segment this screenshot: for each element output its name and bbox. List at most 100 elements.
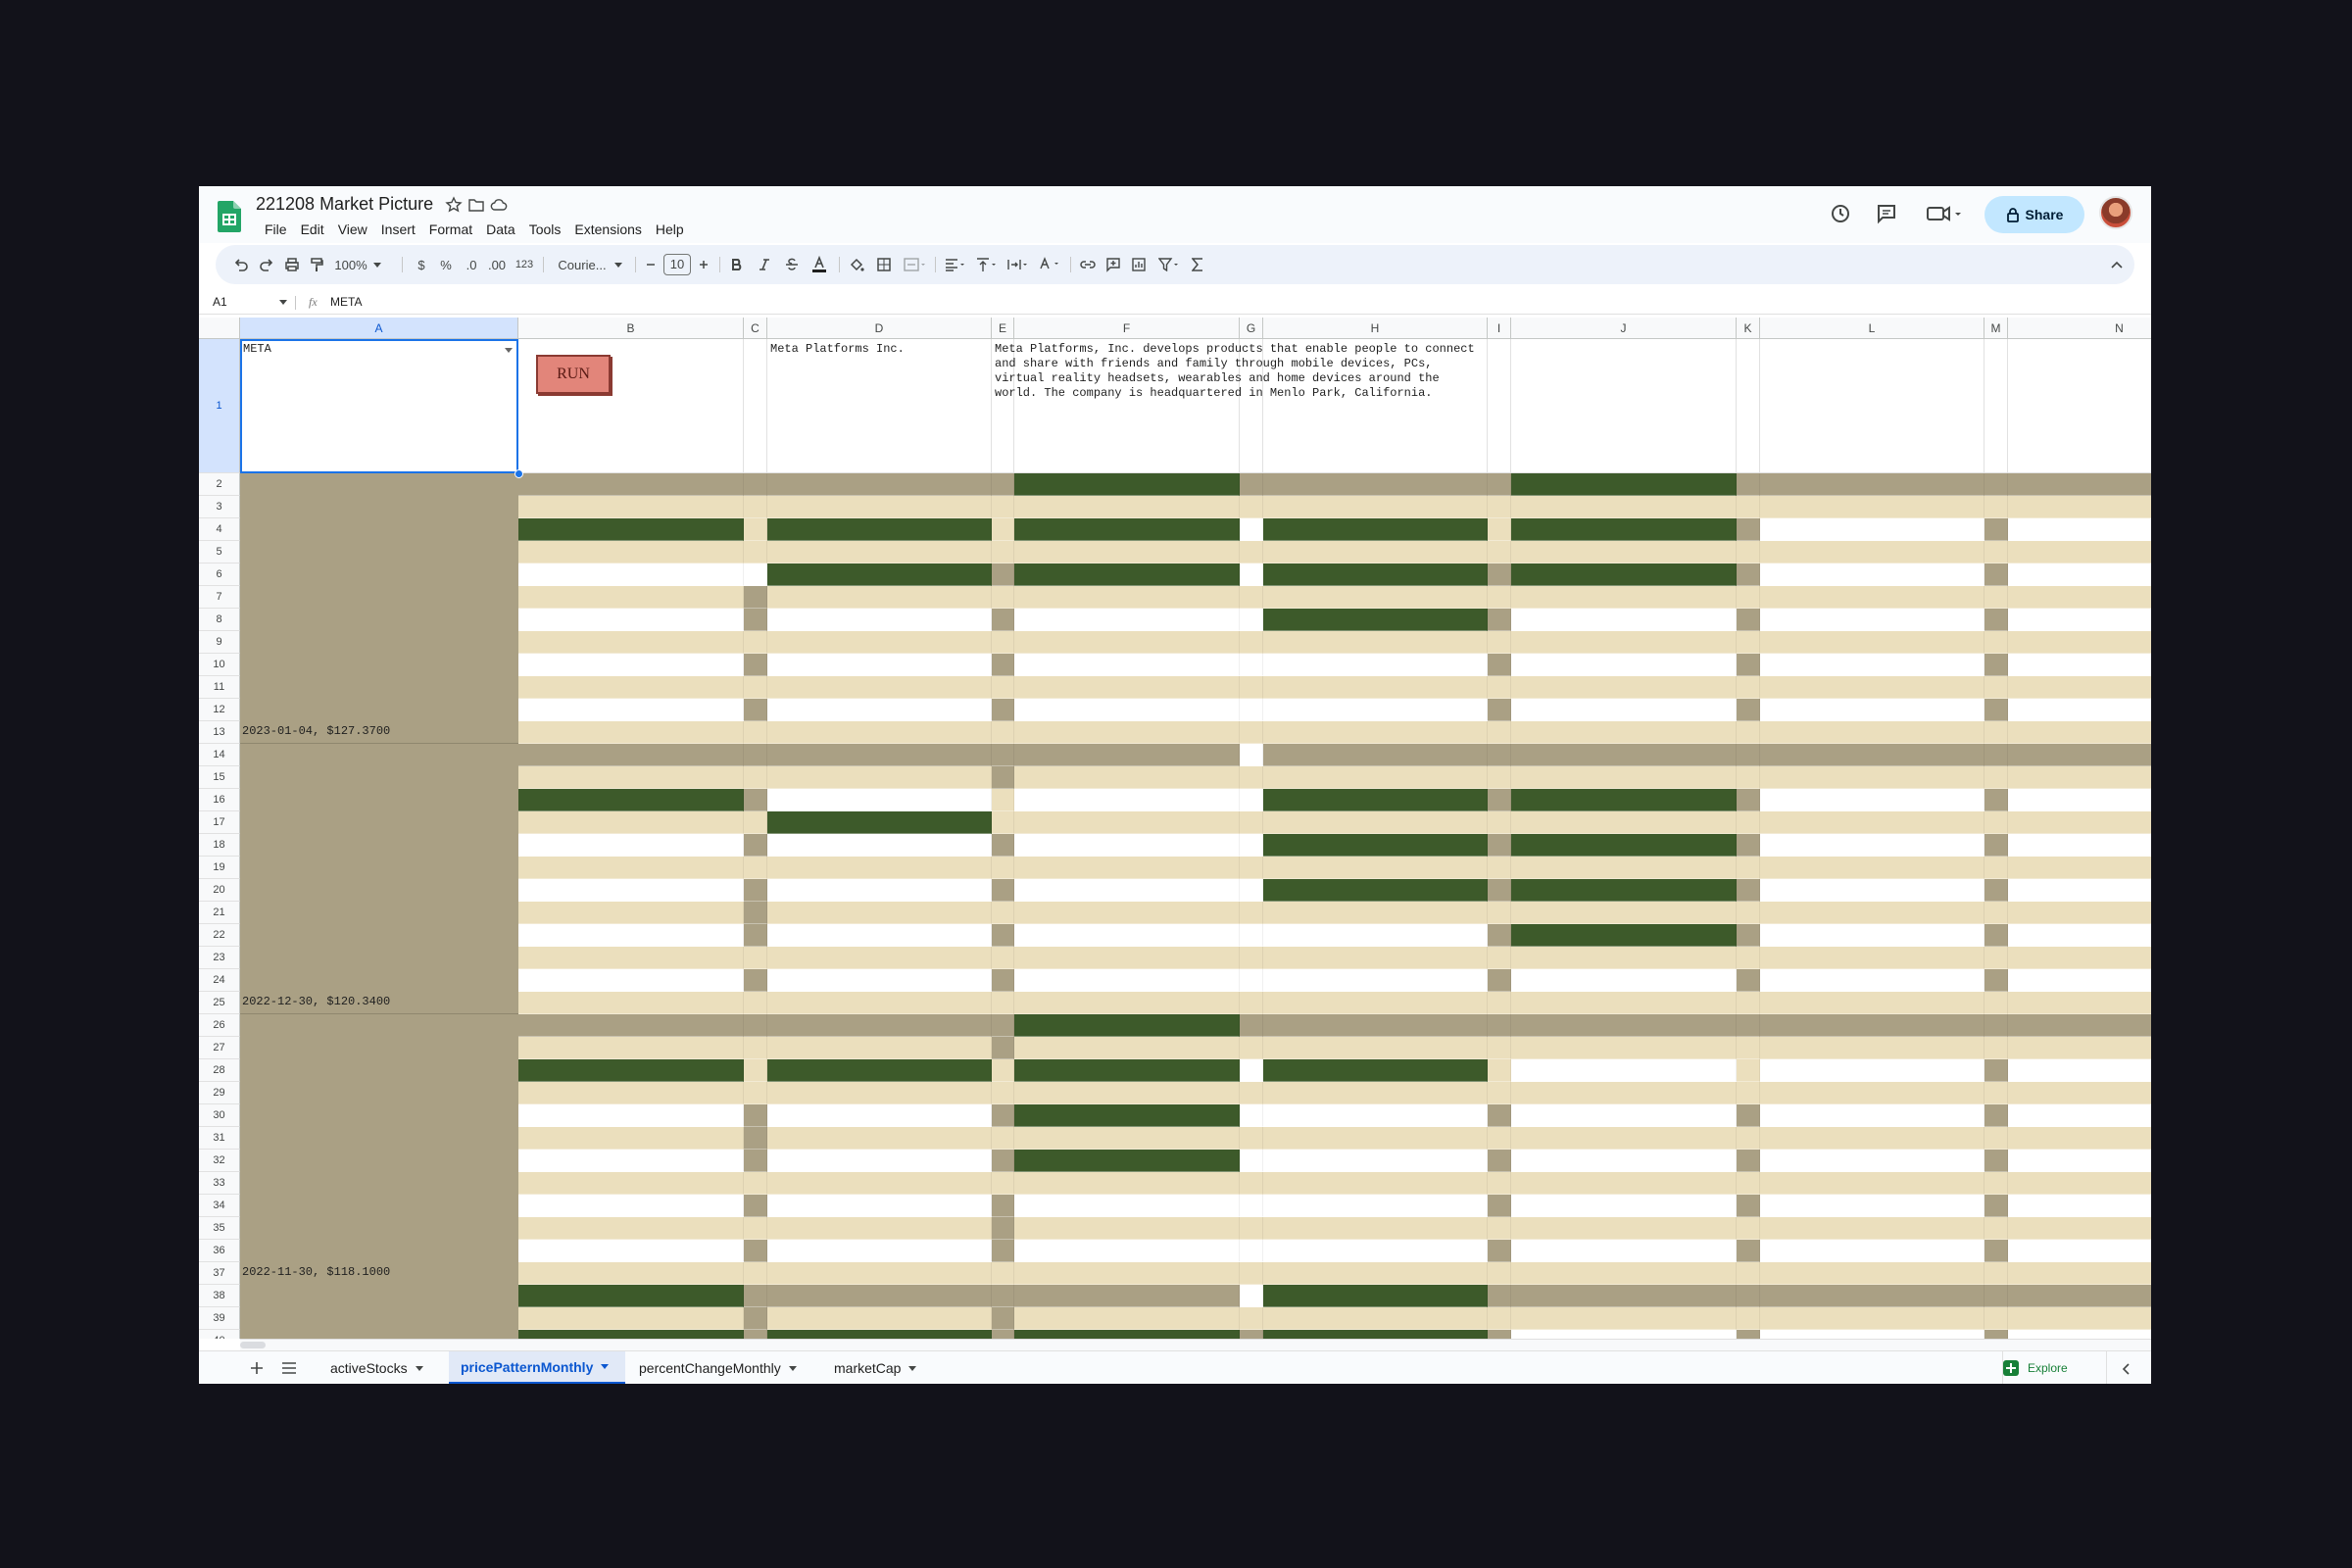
star-icon[interactable]	[445, 196, 463, 214]
column-header-a[interactable]: A	[240, 318, 518, 339]
column-header-n[interactable]: N	[2008, 318, 2151, 339]
row-header-3[interactable]: 3	[199, 496, 240, 518]
row-header-34[interactable]: 34	[199, 1195, 240, 1217]
menu-tools[interactable]: Tools	[522, 220, 568, 239]
explore-button[interactable]: Explore	[2002, 1355, 2081, 1381]
paint-format-button[interactable]	[305, 245, 328, 284]
increase-decimal-button[interactable]: .00	[484, 245, 510, 284]
chevron-down-icon[interactable]	[279, 300, 287, 305]
text-rotation-button[interactable]	[1035, 245, 1064, 284]
column-header-l[interactable]: L	[1760, 318, 1984, 339]
functions-button[interactable]	[1186, 245, 1209, 284]
row-header-27[interactable]: 27	[199, 1037, 240, 1059]
column-header-d[interactable]: D	[767, 318, 992, 339]
text-color-button[interactable]	[808, 245, 831, 284]
row-header-19[interactable]: 19	[199, 857, 240, 879]
menu-help[interactable]: Help	[649, 220, 691, 239]
row-header-36[interactable]: 36	[199, 1240, 240, 1262]
cell-a1[interactable]	[240, 339, 518, 473]
row-header-7[interactable]: 7	[199, 586, 240, 609]
cell-k1[interactable]	[1737, 339, 1760, 473]
sheet-tab-activestocks[interactable]: activeStocks	[318, 1351, 444, 1384]
date-block[interactable]	[240, 744, 518, 1014]
horizontal-align-button[interactable]	[941, 245, 970, 284]
move-folder-icon[interactable]	[467, 196, 485, 214]
sheets-logo-icon[interactable]	[218, 201, 241, 232]
column-header-m[interactable]: M	[1984, 318, 2008, 339]
print-button[interactable]	[280, 245, 304, 284]
font-size-input[interactable]: 10	[662, 245, 692, 284]
row-header-39[interactable]: 39	[199, 1307, 240, 1330]
italic-button[interactable]	[753, 245, 776, 284]
row-header-25[interactable]: 25	[199, 992, 240, 1014]
row-header-32[interactable]: 32	[199, 1150, 240, 1172]
row-header-5[interactable]: 5	[199, 541, 240, 564]
row-header-24[interactable]: 24	[199, 969, 240, 992]
menu-data[interactable]: Data	[479, 220, 522, 239]
font-size-decrease-button[interactable]	[641, 245, 661, 284]
add-sheet-icon[interactable]	[250, 1361, 264, 1375]
zoom-select[interactable]: 100%	[333, 245, 382, 284]
sheet-tab-percentchangemonthly[interactable]: percentChangeMonthly	[627, 1351, 821, 1384]
row-header-12[interactable]: 12	[199, 699, 240, 721]
formula-input[interactable]: META	[330, 295, 362, 309]
row-header-8[interactable]: 8	[199, 609, 240, 631]
cell-l1[interactable]	[1760, 339, 1984, 473]
ticker-dropdown-icon[interactable]	[505, 348, 513, 353]
column-header-f[interactable]: F	[1014, 318, 1240, 339]
insert-chart-button[interactable]	[1127, 245, 1151, 284]
insert-comment-button[interactable]	[1102, 245, 1125, 284]
merge-button[interactable]	[900, 245, 929, 284]
scrollbar-thumb[interactable]	[240, 1342, 266, 1348]
fill-handle[interactable]	[514, 469, 523, 478]
cell-d1[interactable]	[767, 339, 992, 473]
row-header-38[interactable]: 38	[199, 1285, 240, 1307]
cloud-status-icon[interactable]	[490, 196, 508, 214]
text-wrap-button[interactable]	[1004, 245, 1033, 284]
font-size-increase-button[interactable]	[694, 245, 713, 284]
row-header-37[interactable]: 37	[199, 1262, 240, 1285]
row-header-40[interactable]: 40	[199, 1330, 240, 1339]
undo-button[interactable]	[229, 245, 253, 284]
column-header-e[interactable]: E	[992, 318, 1014, 339]
menu-file[interactable]: File	[258, 220, 294, 239]
meet-icon[interactable]	[1924, 200, 1963, 227]
column-header-h[interactable]: H	[1263, 318, 1488, 339]
cell-m1[interactable]	[1984, 339, 2008, 473]
row-header-31[interactable]: 31	[199, 1127, 240, 1150]
column-header-g[interactable]: G	[1240, 318, 1263, 339]
fill-color-button[interactable]	[845, 245, 868, 284]
filter-button[interactable]	[1154, 245, 1184, 284]
menu-format[interactable]: Format	[422, 220, 479, 239]
all-sheets-icon[interactable]	[281, 1361, 297, 1375]
date-block[interactable]	[240, 1014, 518, 1339]
name-box[interactable]: A1	[213, 295, 227, 309]
sheet-grid[interactable]: A B C D E F G H I J K L M N 1 2 3 4 5 6 7 8 9 10 11 12 13 14 15 16 17 1…	[199, 318, 2151, 1339]
row-header-2[interactable]: 2	[199, 473, 240, 496]
cell-c1[interactable]	[744, 339, 767, 473]
row-header-1[interactable]: 1	[199, 339, 240, 473]
row-header-35[interactable]: 35	[199, 1217, 240, 1240]
column-header-j[interactable]: J	[1511, 318, 1737, 339]
document-title[interactable]: 221208 Market Picture	[256, 194, 433, 215]
share-button[interactable]: Share	[1984, 196, 2084, 233]
row-header-13[interactable]: 13	[199, 721, 240, 744]
run-button[interactable]: RUN	[536, 355, 611, 394]
cell-j1[interactable]	[1511, 339, 1737, 473]
row-header-22[interactable]: 22	[199, 924, 240, 947]
column-header-i[interactable]: I	[1488, 318, 1511, 339]
decrease-decimal-button[interactable]: .0	[461, 245, 482, 284]
row-header-21[interactable]: 21	[199, 902, 240, 924]
row-header-18[interactable]: 18	[199, 834, 240, 857]
insert-link-button[interactable]	[1076, 245, 1100, 284]
collapse-toolbar-button[interactable]	[2105, 245, 2129, 284]
row-header-9[interactable]: 9	[199, 631, 240, 654]
column-header-k[interactable]: K	[1737, 318, 1760, 339]
version-history-icon[interactable]	[1827, 200, 1854, 227]
number-format-button[interactable]: 123	[512, 245, 537, 284]
sheet-tab-marketcap[interactable]: marketCap	[822, 1351, 938, 1384]
menu-edit[interactable]: Edit	[294, 220, 331, 239]
cell-n1[interactable]	[2008, 339, 2151, 473]
menu-extensions[interactable]: Extensions	[567, 220, 648, 239]
bold-button[interactable]	[725, 245, 749, 284]
